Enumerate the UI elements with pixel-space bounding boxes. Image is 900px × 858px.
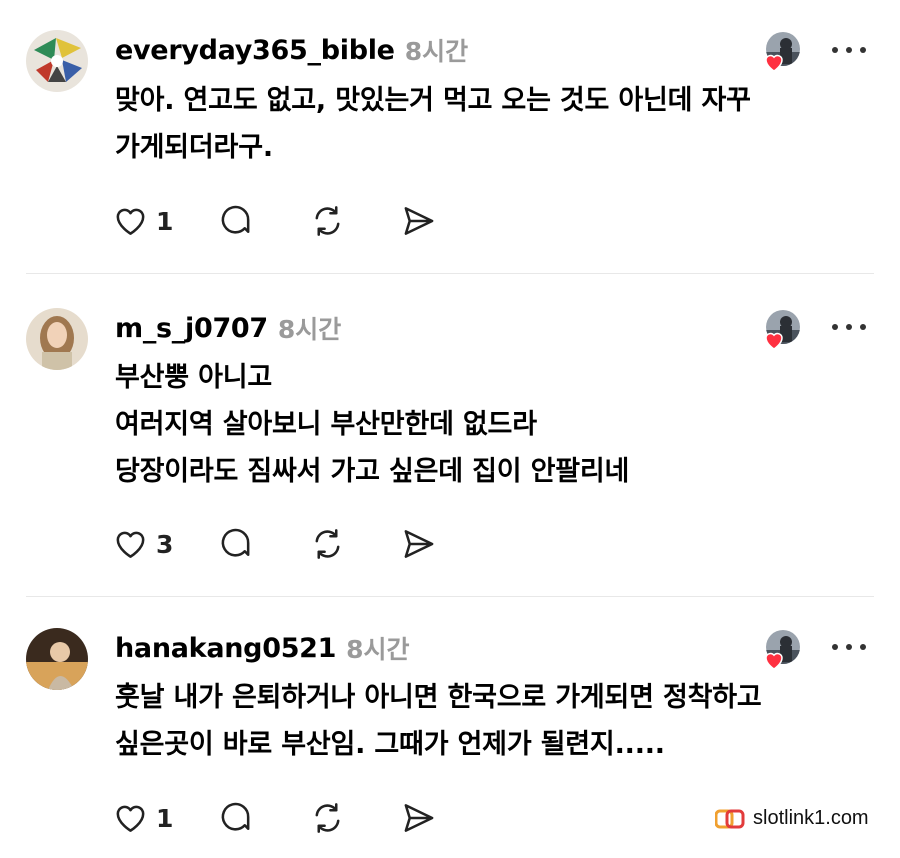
avatar[interactable] — [26, 628, 88, 690]
repost-arrows-icon — [315, 206, 340, 236]
comment-1: everyday365_bible 8시간 맞아. 연고도 없고, 맛있는거 먹… — [0, 28, 900, 273]
send-paper-plane-icon — [405, 804, 434, 832]
username[interactable]: everyday365_bible — [115, 35, 395, 66]
like-button[interactable] — [113, 527, 148, 562]
timestamp: 8시간 — [404, 37, 469, 66]
timestamp: 8시간 — [346, 635, 410, 664]
watermark-logo-icon — [715, 809, 745, 828]
reply-button[interactable] — [219, 204, 254, 239]
repost-arrows-icon — [315, 803, 340, 833]
like-count: 1 — [156, 206, 174, 236]
reply-button[interactable] — [219, 801, 254, 836]
send-paper-plane-icon — [405, 207, 434, 235]
like-button[interactable] — [113, 204, 148, 239]
action-bar: 1 — [113, 201, 436, 241]
heart-outline-icon — [116, 805, 145, 832]
speech-bubble-icon — [222, 528, 250, 557]
red-heart-icon — [765, 332, 783, 350]
more-dots-icon[interactable] — [832, 640, 866, 654]
comment-header: everyday365_bible 8시간 — [115, 30, 468, 70]
like-button[interactable] — [113, 801, 148, 836]
action-bar: 1 — [113, 798, 436, 838]
more-dots-icon[interactable] — [832, 320, 866, 334]
action-bar: 3 — [113, 524, 436, 564]
username[interactable]: hanakang0521 — [115, 633, 336, 664]
heart-outline-icon — [116, 531, 145, 558]
watermark-text: slotlink1.com — [753, 807, 869, 829]
share-button[interactable] — [401, 204, 436, 239]
username[interactable]: m_s_j0707 — [115, 313, 268, 344]
like-count: 3 — [156, 529, 174, 559]
timestamp: 8시간 — [277, 315, 342, 344]
red-heart-icon — [765, 652, 783, 670]
reply-button[interactable] — [219, 527, 254, 562]
repost-button[interactable] — [310, 527, 345, 562]
send-paper-plane-icon — [405, 530, 434, 558]
comment-header: m_s_j0707 8시간 — [115, 308, 341, 348]
speech-bubble-icon — [222, 802, 250, 831]
share-button[interactable] — [401, 801, 436, 836]
more-dots-icon[interactable] — [832, 43, 866, 57]
share-button[interactable] — [401, 527, 436, 562]
red-heart-icon — [765, 54, 783, 72]
repost-button[interactable] — [310, 204, 345, 239]
comment-header: hanakang0521 8시간 — [115, 628, 410, 668]
comment-text: 훗날 내가 은퇴하거나 아니면 한국으로 가게되면 정착하고 싶은곳이 바로 부… — [115, 682, 762, 760]
avatar[interactable] — [26, 30, 88, 92]
comment-text: 맞아. 연고도 없고, 맛있는거 먹고 오는 것도 아닌데 자꾸 가게되더라구. — [115, 85, 751, 163]
watermark: slotlink1.com — [709, 805, 875, 832]
author-liked-indicator — [764, 32, 800, 72]
divider — [26, 273, 874, 274]
repost-button[interactable] — [310, 801, 345, 836]
repost-arrows-icon — [315, 529, 340, 559]
author-liked-indicator — [764, 630, 800, 670]
comment-text: 부산뿡 아니고 여러지역 살아보니 부산만한데 없드라 당장이라도 짐싸서 가고… — [115, 362, 630, 487]
avatar[interactable] — [26, 308, 88, 370]
author-liked-indicator — [764, 310, 800, 350]
divider — [26, 596, 874, 597]
comment-2: m_s_j0707 8시간 부산뿡 아니고 여러지역 살아보니 부산만한데 없드… — [0, 308, 900, 596]
heart-outline-icon — [116, 208, 145, 235]
like-count: 1 — [156, 803, 174, 833]
speech-bubble-icon — [222, 205, 250, 234]
